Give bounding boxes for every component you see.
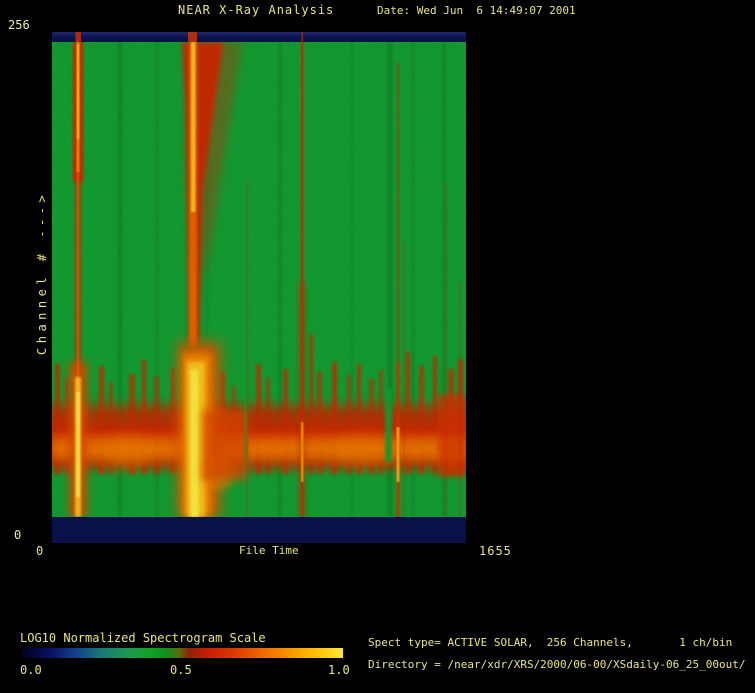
near-xray-analysis-screen: NEAR X-Ray Analysis Date: Wed Jun 6 14:4… (0, 0, 755, 693)
page-title: NEAR X-Ray Analysis (178, 3, 335, 17)
spect-type-info: Spect type= ACTIVE SOLAR, 256 Channels, … (368, 636, 733, 649)
date-label: Date: Wed Jun 6 14:49:07 2001 (377, 4, 576, 17)
colorbar-tick-min: 0.0 (20, 663, 42, 677)
x-axis-title: File Time (239, 544, 299, 557)
colorbar-gradient (22, 648, 343, 658)
spectrogram-plot (48, 32, 470, 543)
colorbar-tick-max: 1.0 (328, 663, 350, 677)
colorbar-title: LOG10 Normalized Spectrogram Scale (20, 631, 266, 645)
x-axis-min-label: 0 (36, 544, 44, 558)
directory-info: Directory = /near/xdr/XRS/2000/06-00/XSd… (368, 658, 746, 671)
colorbar-tick-mid: 0.5 (170, 663, 192, 677)
y-axis-min-label: 0 (14, 528, 22, 542)
spectrogram-image (48, 32, 470, 543)
y-axis-title: Channel # ---> (35, 190, 49, 355)
x-axis-max-label: 1655 (479, 544, 512, 558)
y-axis-max-label: 256 (8, 18, 30, 32)
